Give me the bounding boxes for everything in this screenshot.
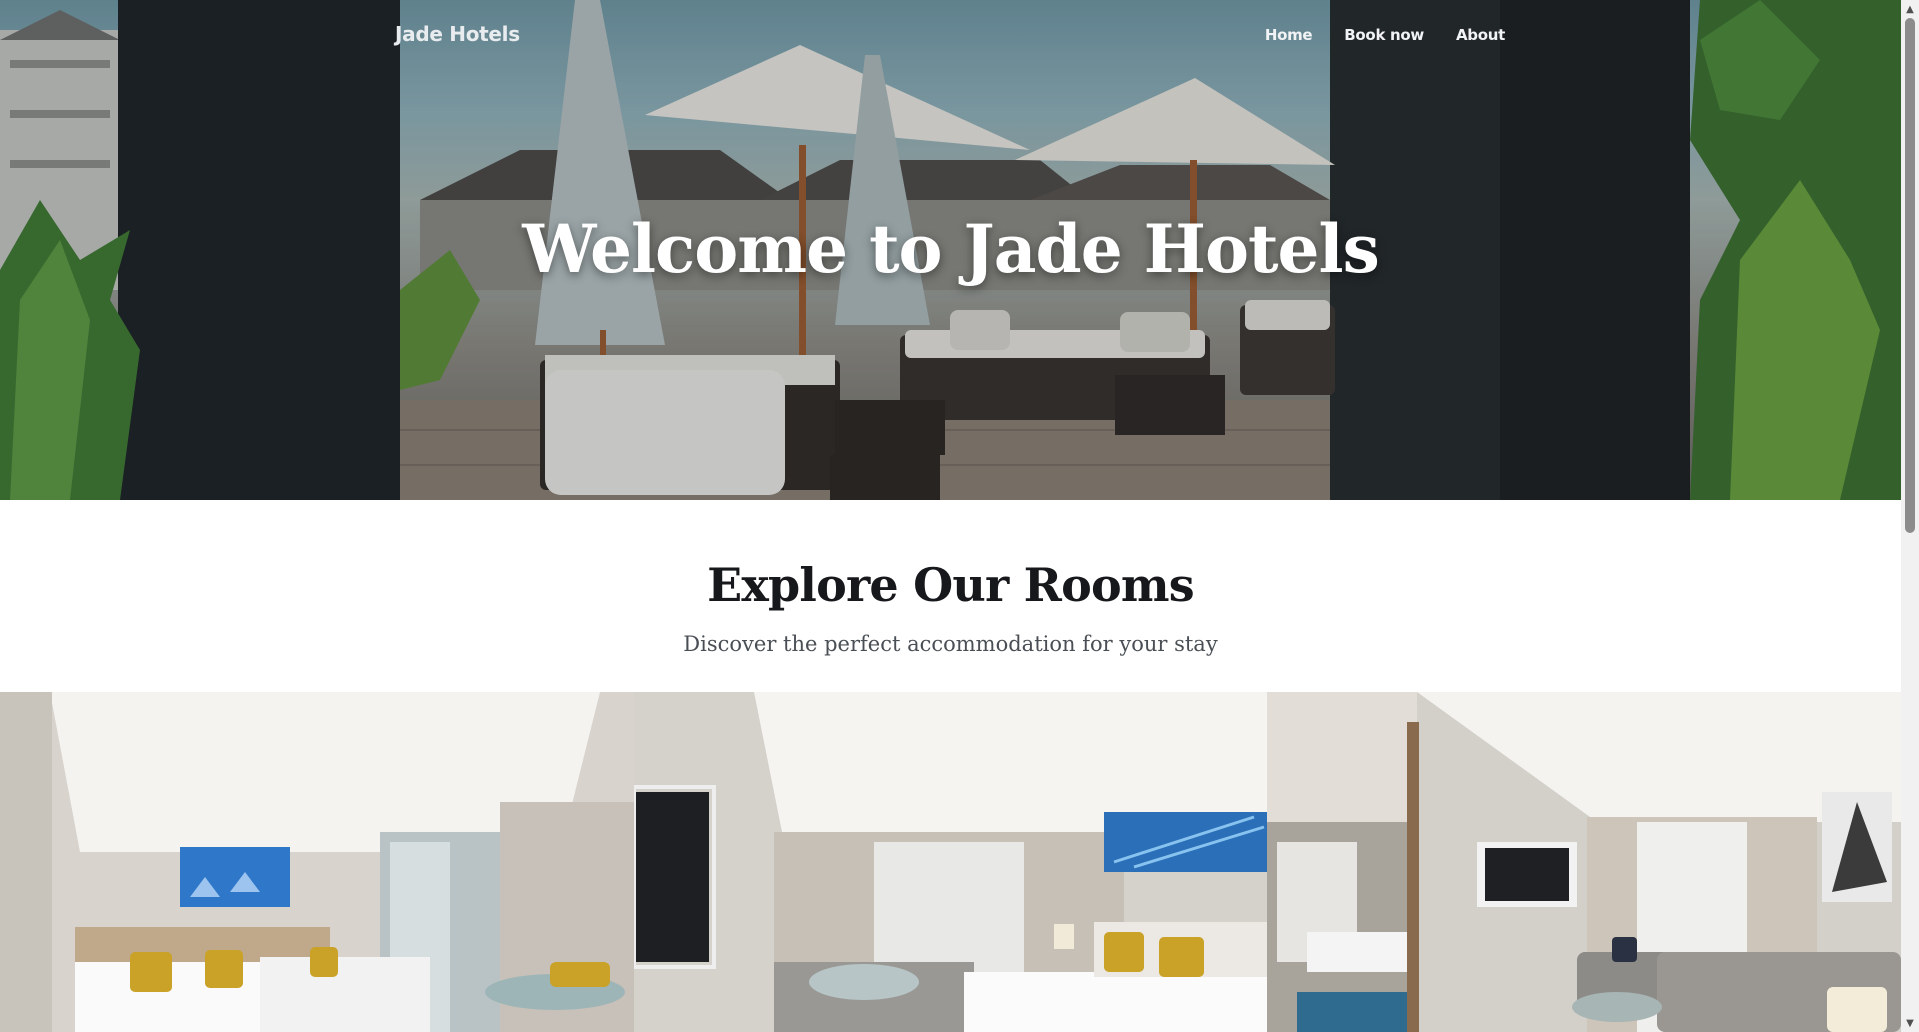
rooms-title: Explore Our Rooms: [707, 558, 1194, 612]
room-gallery: [0, 692, 1901, 1032]
scroll-up-arrow-icon[interactable]: ▲: [1901, 0, 1919, 18]
hero-title: Welcome to Jade Hotels: [522, 210, 1380, 288]
room-card[interactable]: [1267, 692, 1901, 1032]
top-navigation: Jade Hotels Home Book now About: [0, 0, 1901, 72]
scroll-down-arrow-icon[interactable]: ▼: [1901, 1014, 1919, 1032]
hero-banner: Jade Hotels Home Book now About Welcome …: [0, 0, 1901, 500]
room-image: [0, 692, 634, 1032]
page-scrollbar[interactable]: ▲ ▼: [1901, 0, 1919, 1032]
room-image: [633, 692, 1268, 1032]
room-card[interactable]: [633, 692, 1268, 1032]
rooms-subtitle: Discover the perfect accommodation for y…: [683, 632, 1218, 656]
rooms-section-header: Explore Our Rooms Discover the perfect a…: [0, 500, 1901, 692]
brand-logo-link[interactable]: Jade Hotels: [395, 22, 520, 46]
room-image: [1267, 692, 1901, 1032]
nav-link-home[interactable]: Home: [1265, 26, 1313, 44]
page: Jade Hotels Home Book now About Welcome …: [0, 0, 1919, 1032]
nav-links: Home Book now About: [1265, 26, 1505, 44]
scroll-thumb[interactable]: [1905, 18, 1915, 533]
room-card[interactable]: [0, 692, 634, 1032]
nav-link-about[interactable]: About: [1456, 26, 1505, 44]
nav-link-book-now[interactable]: Book now: [1344, 26, 1424, 44]
